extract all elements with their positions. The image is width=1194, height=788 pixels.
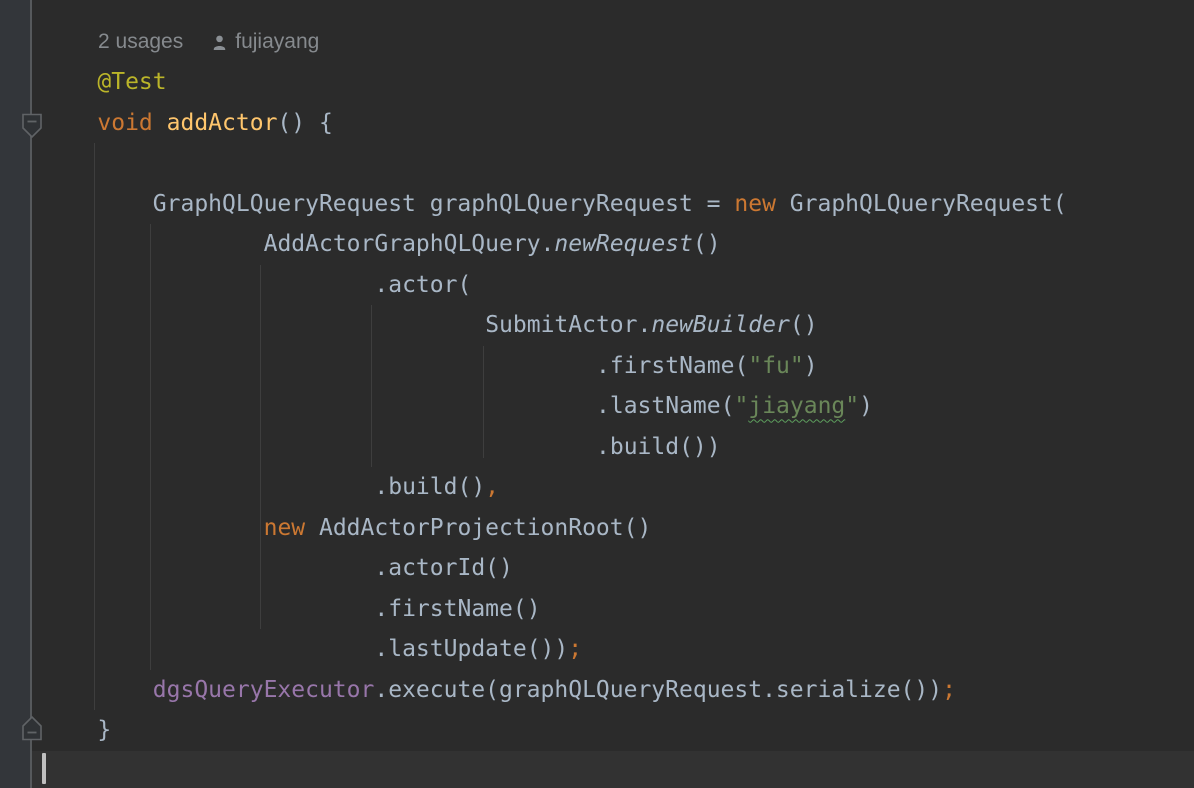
- token: .firstName(): [374, 596, 540, 622]
- fold-marker-end-icon[interactable]: [21, 715, 43, 741]
- code-line-2[interactable]: void addActor() {: [97, 103, 332, 144]
- token: .actor(: [374, 272, 471, 298]
- token: dgsQueryExecutor: [153, 677, 375, 703]
- code-line-6[interactable]: .actor(: [374, 265, 471, 306]
- indent-guide: [260, 265, 261, 629]
- token: .lastName(: [596, 393, 734, 419]
- token: GraphQLQueryRequest graphQLQueryRequest …: [153, 191, 735, 217]
- indent-guide: [371, 305, 372, 467]
- token: ): [859, 393, 873, 419]
- token: ": [845, 393, 859, 419]
- token: new: [734, 191, 776, 217]
- token: }: [97, 717, 111, 743]
- token: @Test: [97, 69, 166, 95]
- token: "fu": [748, 353, 803, 379]
- token: ): [804, 353, 818, 379]
- code-line-17[interactable]: }: [97, 710, 111, 751]
- token: ,: [485, 474, 499, 500]
- token: AddActorProjectionRoot(): [305, 515, 651, 541]
- code-line-10[interactable]: .build()): [596, 427, 721, 468]
- usages-hint[interactable]: 2 usages: [98, 30, 183, 54]
- code-line-7[interactable]: SubmitActor.newBuilder(): [485, 305, 817, 346]
- token: () {: [277, 110, 332, 136]
- token: [153, 110, 167, 136]
- token: newBuilder: [651, 312, 789, 338]
- token: ": [734, 393, 748, 419]
- token: .build()): [596, 434, 721, 460]
- token: addActor: [167, 110, 278, 136]
- code-line-1[interactable]: @Test: [97, 62, 166, 103]
- author-hint[interactable]: fujiayang: [235, 30, 319, 54]
- text-caret: [42, 753, 46, 784]
- token: newRequest: [554, 231, 692, 257]
- code-line-16[interactable]: dgsQueryExecutor.execute(graphQLQueryReq…: [153, 670, 956, 711]
- code-line-8[interactable]: .firstName("fu"): [596, 346, 818, 387]
- token: AddActorGraphQLQuery.: [264, 231, 555, 257]
- user-icon: [211, 34, 228, 51]
- token: ;: [568, 636, 582, 662]
- fold-marker-start-icon[interactable]: [21, 113, 43, 139]
- token: jiayang: [748, 393, 845, 419]
- code-line-13[interactable]: .actorId(): [374, 548, 512, 589]
- token: .execute(graphQLQueryRequest.serialize()…: [374, 677, 942, 703]
- token: (): [693, 231, 721, 257]
- code-vision-hints[interactable]: 2 usages fujiayang: [98, 22, 319, 63]
- indent-guide: [150, 224, 151, 670]
- code-line-5[interactable]: AddActorGraphQLQuery.newRequest(): [264, 224, 721, 265]
- token: .build(): [374, 474, 485, 500]
- code-line-15[interactable]: .lastUpdate());: [374, 629, 582, 670]
- code-line-9[interactable]: .lastName("jiayang"): [596, 386, 873, 427]
- indent-guide: [483, 346, 484, 458]
- indent-guide: [94, 143, 95, 710]
- code-line-14[interactable]: .firstName(): [374, 589, 540, 630]
- code-line-4[interactable]: GraphQLQueryRequest graphQLQueryRequest …: [153, 184, 1067, 225]
- token: .actorId(): [374, 555, 512, 581]
- token: GraphQLQueryRequest(: [776, 191, 1067, 217]
- token: void: [97, 110, 152, 136]
- token: new: [264, 515, 306, 541]
- code-line-12[interactable]: new AddActorProjectionRoot(): [264, 508, 652, 549]
- token: .firstName(: [596, 353, 748, 379]
- token: (): [790, 312, 818, 338]
- token: SubmitActor.: [485, 312, 651, 338]
- code-line-11[interactable]: .build(),: [374, 467, 499, 508]
- caret-line-highlight: [32, 751, 1194, 788]
- token: .lastUpdate()): [374, 636, 568, 662]
- code-editor[interactable]: 2 usages fujiayang @Test void addActor() { G…: [0, 0, 1194, 788]
- token: ;: [942, 677, 956, 703]
